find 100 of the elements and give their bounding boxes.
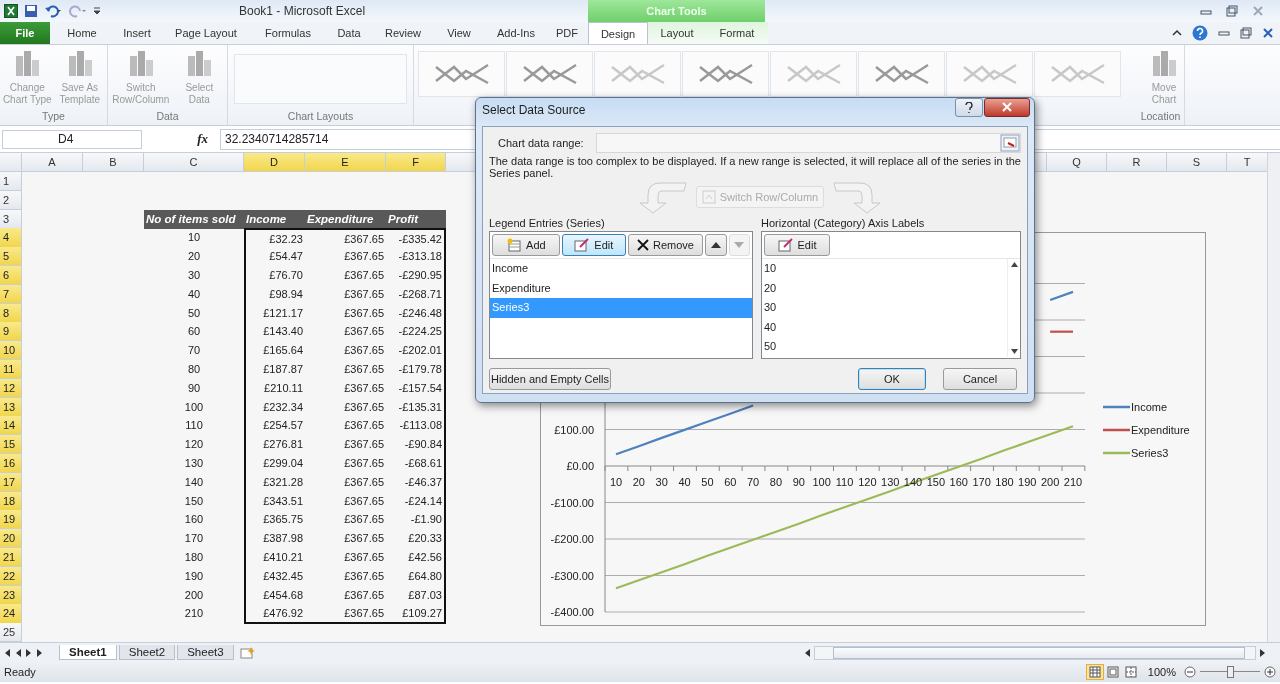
column-header[interactable]: C	[144, 153, 244, 172]
ribbon-tab[interactable]: PDF	[546, 22, 588, 44]
table-cell-text: £367.65	[343, 286, 385, 302]
row-header[interactable]: 25	[0, 623, 22, 643]
sheet-tab[interactable]: Sheet1	[59, 645, 117, 660]
row-header[interactable]: 14	[0, 416, 22, 436]
ribbon-tab[interactable]: View	[432, 22, 486, 44]
row-header[interactable]: 10	[0, 341, 22, 361]
close-button[interactable]	[984, 97, 1030, 117]
scroll-down-icon[interactable]	[1010, 348, 1018, 354]
ribbon-tab[interactable]: File	[0, 22, 50, 44]
help-button[interactable]	[955, 97, 983, 117]
legend-swatch	[1103, 451, 1130, 455]
list-item[interactable]: Income	[490, 259, 752, 279]
column-header[interactable]: T	[1227, 153, 1268, 172]
row-header[interactable]: 15	[0, 435, 22, 455]
list-item[interactable]: Expenditure	[490, 278, 752, 298]
slider-thumb[interactable]	[1227, 666, 1234, 678]
ok-button[interactable]: OK	[858, 368, 926, 390]
chart-style-thumbnail[interactable]	[506, 51, 593, 97]
table-cell-text: £367.65	[343, 268, 385, 283]
ribbon-tab[interactable]: Insert	[114, 22, 160, 44]
ribbon-tab[interactable]: Data	[324, 22, 374, 44]
column-header[interactable]: F	[386, 153, 446, 172]
ribbon-tab[interactable]: Add-Ins	[486, 22, 546, 44]
chart-style-thumbnail[interactable]	[418, 51, 505, 97]
view-button[interactable]	[1085, 664, 1104, 680]
hidden-empty-cells-button[interactable]: Hidden and Empty Cells	[489, 368, 611, 390]
up-button[interactable]	[705, 234, 727, 256]
table-cell-text: £367.65	[343, 549, 385, 565]
redo-icon[interactable]	[68, 4, 86, 18]
column-header[interactable]: A	[22, 153, 83, 172]
row-header[interactable]: 24	[0, 604, 22, 625]
column-header[interactable]: E	[305, 153, 386, 172]
column-header[interactable]: B	[83, 153, 144, 172]
ribbon-tab[interactable]: Formulas	[252, 22, 324, 44]
row-header[interactable]: 9	[0, 322, 22, 342]
zoom-in-icon[interactable]	[1264, 666, 1276, 678]
legend-label: Series3	[1131, 447, 1169, 459]
row-header[interactable]: 1	[0, 172, 22, 191]
edit-button[interactable]: Edit	[764, 234, 830, 256]
table-cell: £254.57	[244, 416, 305, 436]
axis-label: -£100.00	[550, 496, 594, 509]
chart-style-thumbnail[interactable]	[1034, 51, 1121, 97]
chart-style-thumbnail[interactable]	[946, 51, 1033, 97]
save-icon[interactable]	[24, 4, 38, 18]
axis-label: -£400.00	[550, 606, 594, 618]
horizontal-scrollbar[interactable]	[814, 645, 1256, 660]
edit-button[interactable]: Edit	[561, 234, 626, 256]
table-cell-text: £367.65	[343, 249, 385, 265]
table-cell: -£268.71	[386, 284, 446, 304]
column-header[interactable]: D	[244, 153, 305, 172]
scroll-up-icon[interactable]	[1010, 262, 1018, 267]
column-header[interactable]: S	[1167, 153, 1227, 172]
ribbon-tab[interactable]: Layout	[648, 22, 706, 44]
scroll-left-icon[interactable]	[804, 648, 810, 657]
ribbon-tab[interactable]: Home	[50, 22, 114, 44]
table-cell-text: £367.65	[343, 493, 385, 509]
list-item: 40	[763, 319, 778, 335]
range-input-field[interactable]	[595, 133, 1021, 153]
name-box[interactable]: D4	[2, 129, 142, 149]
insert-function-button[interactable]: fx	[146, 131, 216, 147]
row-header[interactable]: 20	[0, 529, 22, 549]
ribbon-tab[interactable]: Review	[374, 22, 432, 44]
series-list[interactable]: Add Edit Remove Income Expenditure Series3	[489, 231, 753, 359]
cancel-button[interactable]: Cancel	[943, 368, 1017, 390]
column-header[interactable]: R	[1107, 153, 1167, 172]
row-header[interactable]: 5	[0, 247, 22, 267]
chart-style-thumbnail[interactable]	[858, 51, 945, 97]
zoom-out-icon[interactable]	[1184, 666, 1196, 678]
undo-icon[interactable]	[44, 4, 62, 18]
chart-style-thumbnail[interactable]	[594, 51, 681, 97]
ribbon-tab[interactable]: Page Layout	[160, 22, 252, 44]
axis-label: -£200.00	[550, 533, 594, 545]
close-icon[interactable]	[1262, 27, 1274, 39]
vertical-scrollbar[interactable]	[1007, 259, 1020, 357]
zoom-level[interactable]: 100%	[1147, 666, 1176, 678]
insert-sheet-icon[interactable]	[239, 646, 256, 659]
table-cell: £232.34	[244, 397, 305, 417]
axis-labels-list[interactable]: Edit 10 20 30 40 50	[761, 231, 1021, 359]
collapse-ribbon-icon[interactable]	[1172, 28, 1182, 38]
scroll-right-icon[interactable]	[1260, 648, 1266, 657]
chart-style-thumbnail[interactable]	[770, 51, 857, 97]
sheet-tab[interactable]: Sheet3	[177, 645, 234, 660]
row-header[interactable]: 4	[0, 228, 22, 249]
restore-icon[interactable]	[1226, 5, 1238, 17]
chart-style-thumbnail[interactable]	[682, 51, 769, 97]
ribbon-tab[interactable]: Design	[588, 22, 648, 44]
row-header[interactable]: 19	[0, 510, 22, 530]
help-icon[interactable]	[1192, 25, 1208, 41]
axis-label: 50	[701, 476, 714, 488]
table-cell-text: 80	[186, 361, 202, 377]
sheet-tab[interactable]: Sheet2	[118, 645, 176, 660]
remove-button[interactable]: Remove	[627, 234, 704, 256]
restore-icon[interactable]	[1240, 27, 1252, 39]
ribbon-tab[interactable]: Format	[706, 22, 768, 44]
range-picker-icon[interactable]	[1000, 134, 1020, 152]
add-button[interactable]: Add	[492, 234, 560, 256]
vertical-scrollbar[interactable]	[1267, 153, 1280, 642]
column-header[interactable]: Q	[1047, 153, 1107, 172]
